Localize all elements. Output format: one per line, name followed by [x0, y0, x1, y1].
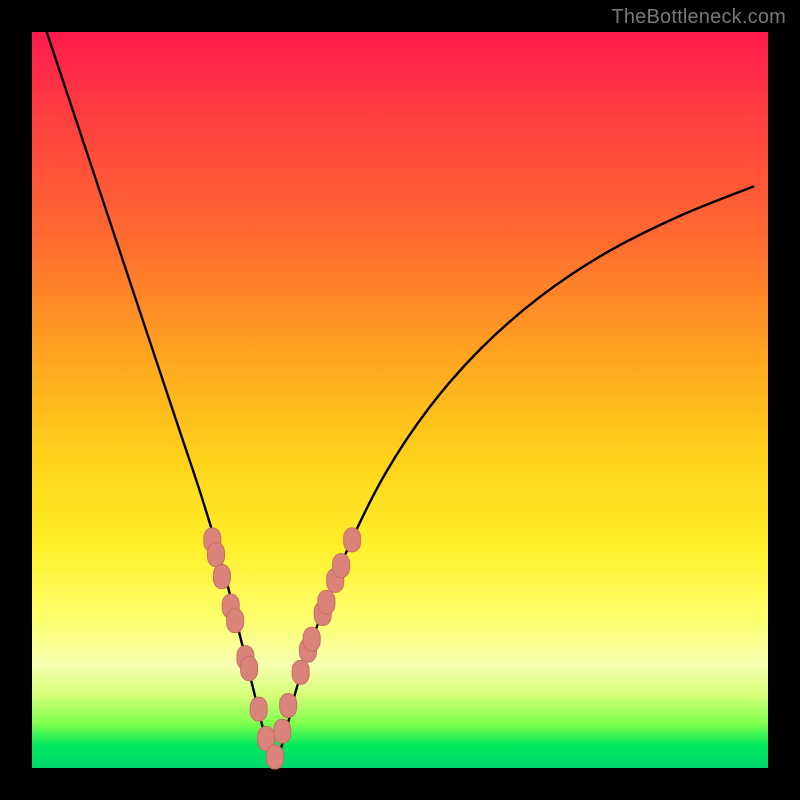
- marker-group: [204, 528, 361, 769]
- marker-point: [274, 719, 291, 743]
- chart-stage: TheBottleneck.com: [0, 0, 800, 800]
- marker-point: [333, 554, 350, 578]
- marker-point: [292, 660, 309, 684]
- marker-point: [303, 627, 320, 651]
- marker-point: [213, 565, 230, 589]
- chart-svg: [32, 32, 768, 768]
- marker-point: [266, 745, 283, 769]
- marker-point: [280, 693, 297, 717]
- marker-point: [227, 609, 244, 633]
- plot-area: [32, 32, 768, 768]
- marker-point: [241, 657, 258, 681]
- watermark-text: TheBottleneck.com: [611, 6, 786, 29]
- marker-point: [344, 528, 361, 552]
- marker-point: [208, 543, 225, 567]
- marker-point: [250, 697, 267, 721]
- bottleneck-curve: [47, 32, 754, 761]
- marker-point: [318, 590, 335, 614]
